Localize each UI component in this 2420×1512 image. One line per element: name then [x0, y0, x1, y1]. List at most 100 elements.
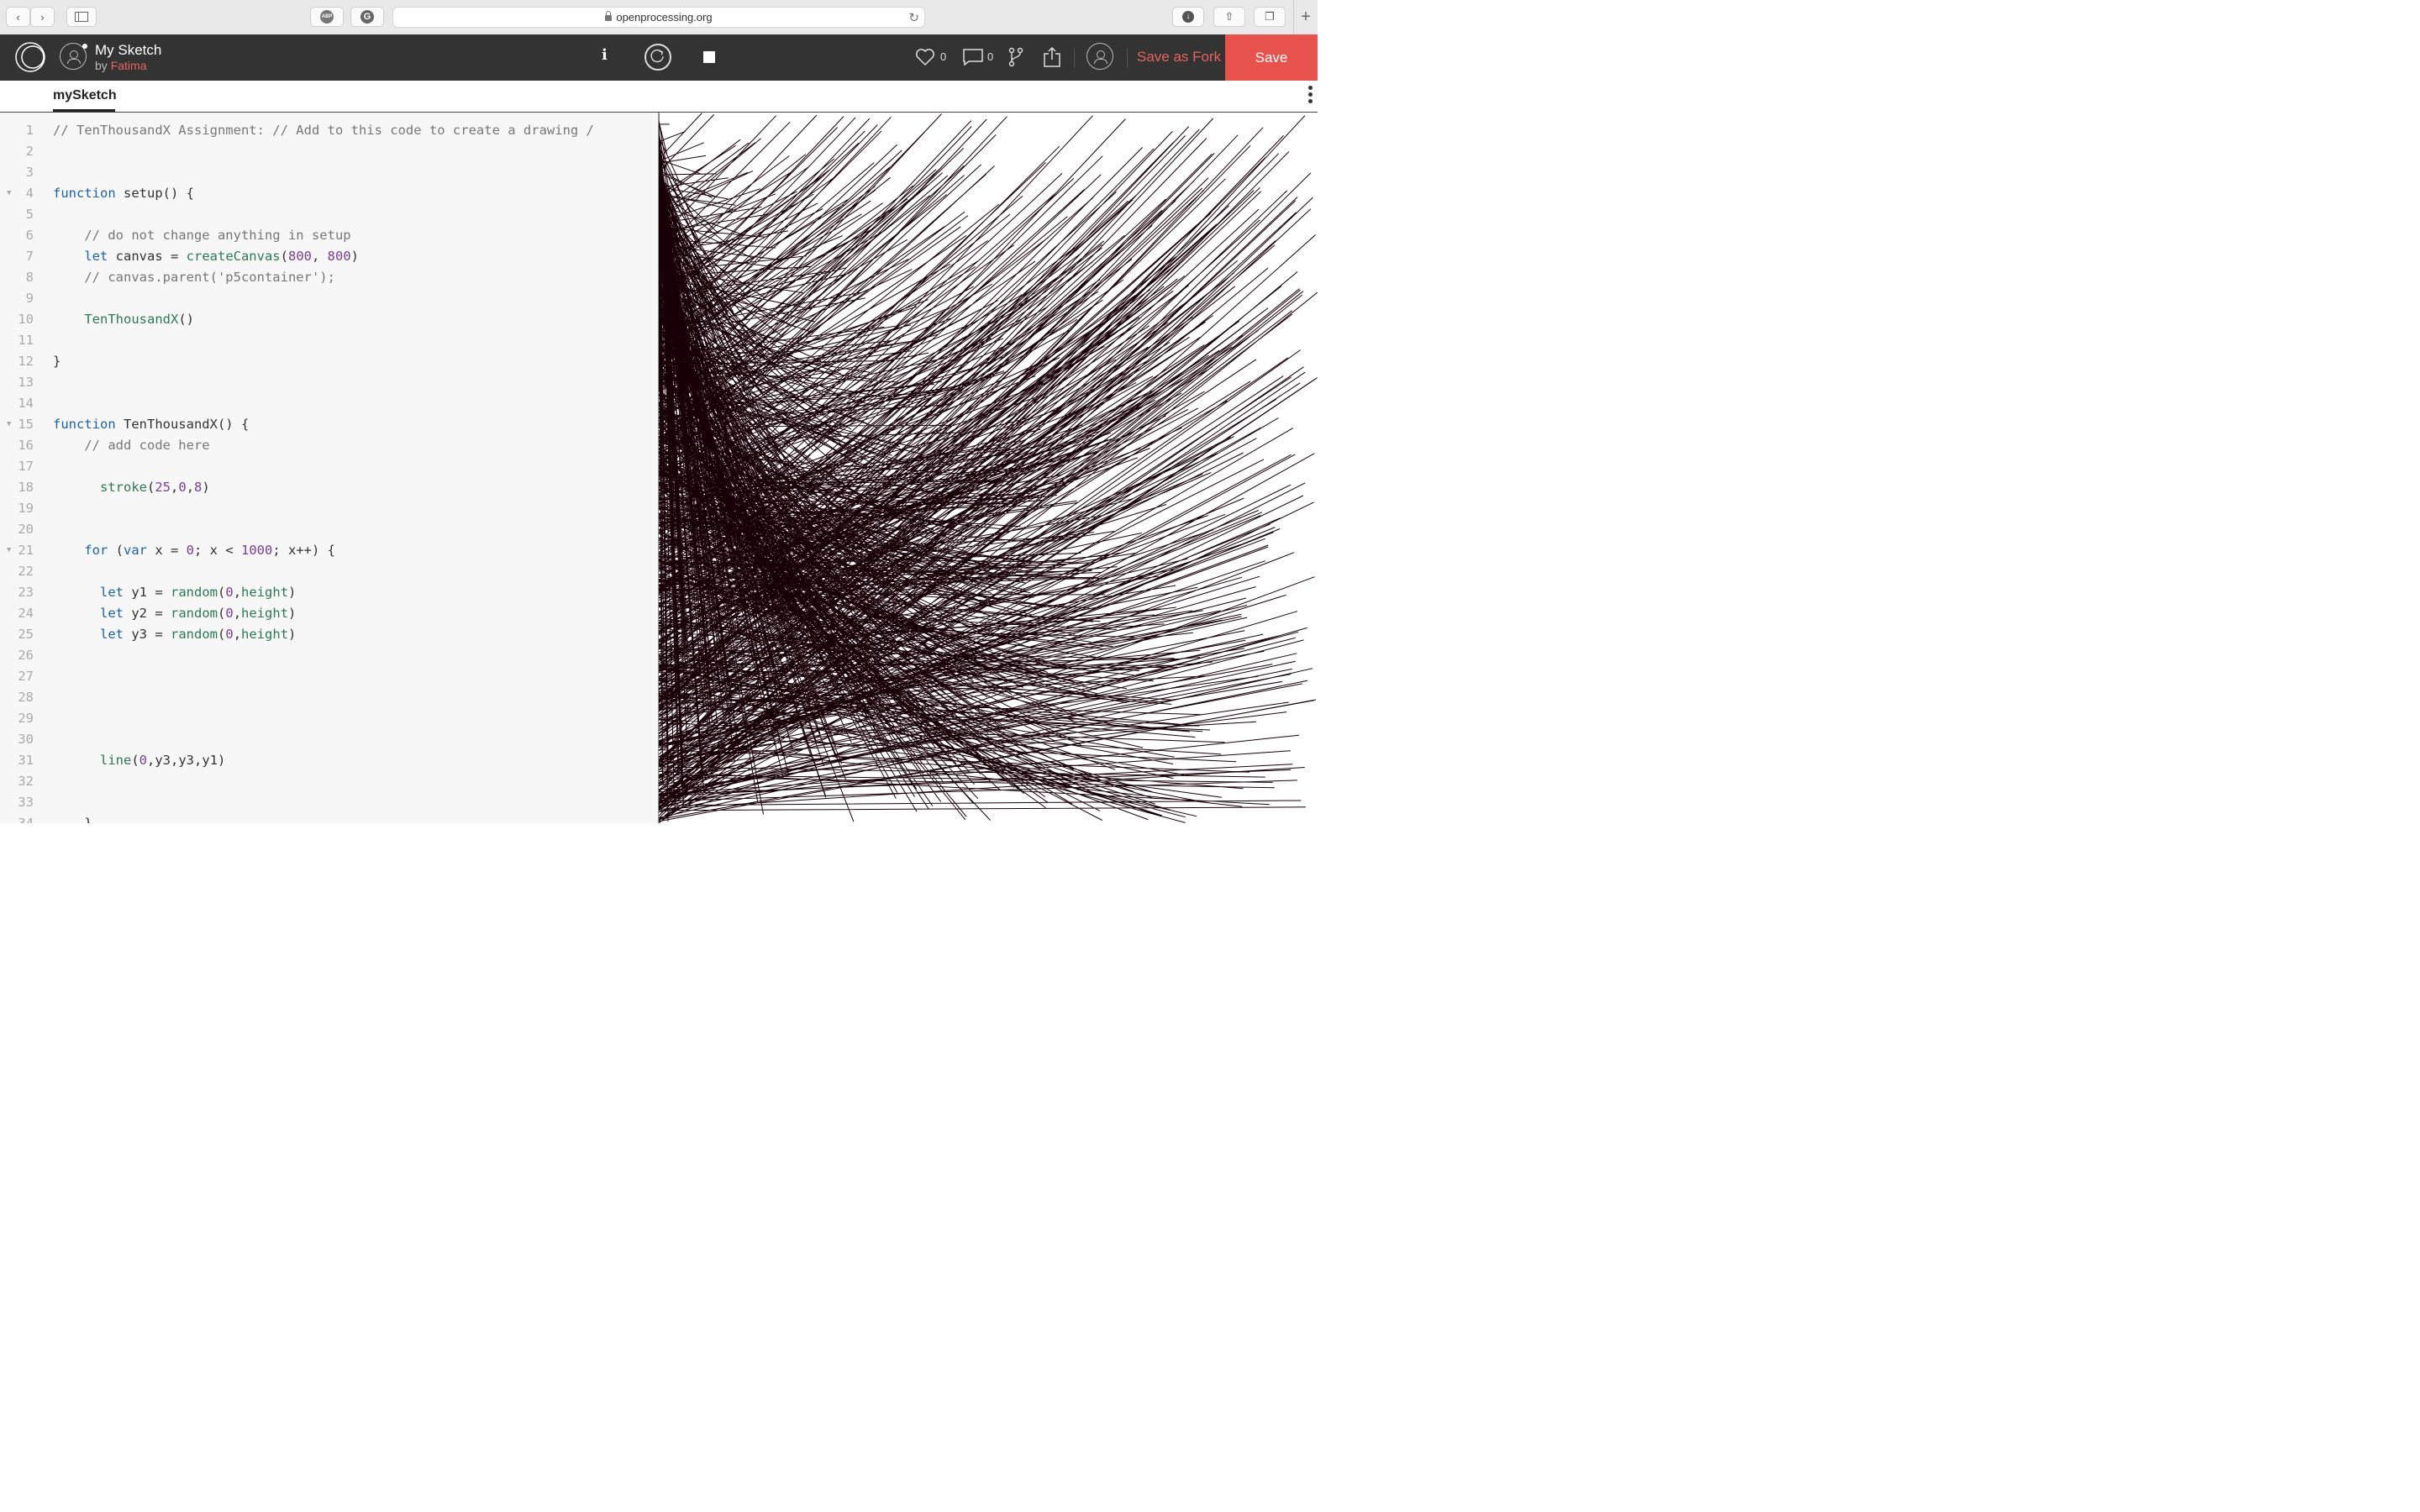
code-text: stroke(25,0,8)	[100, 480, 210, 495]
line-number: 26	[18, 648, 34, 663]
lock-icon	[605, 11, 613, 21]
sidebar-icon[interactable]	[66, 7, 97, 27]
code-line[interactable]: 32	[0, 771, 658, 792]
code-line[interactable]: 33	[0, 792, 658, 813]
openprocessing-logo[interactable]	[14, 41, 46, 73]
code-line[interactable]: 6 // do not change anything in setup	[0, 225, 658, 246]
code-text: // add code here	[84, 438, 210, 453]
fold-arrow-icon[interactable]: ▼	[7, 183, 11, 204]
code-text: function TenThousandX() {	[53, 417, 250, 432]
forward-icon[interactable]: ›	[30, 7, 55, 27]
code-line[interactable]: 28	[0, 687, 658, 708]
code-editor[interactable]: 1 // TenThousandX Assignment: // Add to t…	[0, 113, 659, 823]
code-line[interactable]: 26	[0, 645, 658, 666]
line-number: 2	[25, 144, 34, 159]
code-line[interactable]: 31 line(0,y3,y3,y1)	[0, 750, 658, 771]
code-line[interactable]: 27	[0, 666, 658, 687]
code-line[interactable]: 3	[0, 162, 658, 183]
author-link[interactable]: Fatima	[111, 59, 147, 72]
tab-mysketch[interactable]: mySketch	[53, 88, 117, 103]
line-number: 28	[18, 690, 34, 705]
adblock-icon[interactable]: ABP	[310, 7, 344, 27]
code-text: // canvas.parent('p5container');	[84, 270, 335, 285]
line-number: 24	[18, 606, 34, 621]
line-number: 16	[18, 438, 34, 453]
fold-arrow-icon[interactable]: ▼	[7, 414, 11, 435]
code-text: let canvas = createCanvas(800, 800)	[84, 249, 359, 264]
code-line[interactable]: 5	[0, 204, 658, 225]
sketch-byline: by Fatima	[95, 59, 146, 72]
line-number: 12	[18, 354, 34, 369]
share-icon[interactable]: ⇧	[1213, 7, 1245, 27]
save-as-fork-button[interactable]: Save as Fork	[1137, 49, 1221, 66]
code-line[interactable]: 15 ▼ function TenThousandX() {	[0, 414, 658, 435]
code-line[interactable]: 7 let canvas = createCanvas(800, 800)	[0, 246, 658, 267]
more-options-icon[interactable]	[1308, 86, 1313, 106]
line-number: 4	[25, 186, 34, 201]
code-text: TenThousandX()	[84, 312, 194, 327]
code-line[interactable]: 23 let y1 = random(0,height)	[0, 582, 658, 603]
downloads-icon[interactable]: ↓	[1172, 7, 1204, 27]
code-text: for (var x = 0; x < 1000; x++) {	[84, 543, 335, 558]
code-line[interactable]: 2	[0, 141, 658, 162]
code-text: // do not change anything in setup	[84, 228, 351, 243]
restart-icon[interactable]	[644, 44, 671, 71]
line-number: 19	[18, 501, 34, 516]
code-line[interactable]: 17	[0, 456, 658, 477]
line-number: 20	[18, 522, 34, 537]
avatar[interactable]	[60, 43, 87, 70]
grammarly-icon[interactable]: G	[350, 7, 384, 27]
code-line[interactable]: 25 let y3 = random(0,height)	[0, 624, 658, 645]
new-tab-icon[interactable]: +	[1293, 0, 1318, 34]
line-number: 3	[25, 165, 34, 180]
code-line[interactable]: 20	[0, 519, 658, 540]
code-line[interactable]: 14	[0, 393, 658, 414]
line-number: 32	[18, 774, 34, 789]
sketch-output	[659, 113, 1318, 823]
code-line[interactable]: 1 // TenThousandX Assignment: // Add to t…	[0, 120, 658, 141]
sketch-title[interactable]: My Sketch	[95, 42, 161, 59]
code-line[interactable]: 18 stroke(25,0,8)	[0, 477, 658, 498]
user-menu-icon[interactable]	[1086, 43, 1113, 70]
code-line[interactable]: 30	[0, 729, 658, 750]
url-text: openprocessing.org	[616, 11, 713, 24]
code-line[interactable]: 12}	[0, 351, 658, 372]
share-icon[interactable]	[1042, 46, 1062, 68]
code-line[interactable]: 24 let y2 = random(0,height)	[0, 603, 658, 624]
code-line[interactable]: 21 ▼ for (var x = 0; x < 1000; x++) {	[0, 540, 658, 561]
fold-arrow-icon[interactable]: ▼	[7, 540, 11, 561]
sketch-line-set	[659, 113, 1318, 823]
comments-count: 0	[987, 50, 994, 63]
line-number: 23	[18, 585, 34, 600]
code-line[interactable]: 16 // add code here	[0, 435, 658, 456]
code-line[interactable]: 34 }	[0, 813, 658, 823]
line-number: 8	[25, 270, 34, 285]
line-number: 14	[18, 396, 34, 411]
active-tab-indicator	[53, 109, 115, 112]
info-icon[interactable]: i	[602, 46, 608, 64]
code-line[interactable]: 29	[0, 708, 658, 729]
browser-toolbar: ‹ › ABP G openprocessing.org ↻ ↓ ⇧ ❐ +	[0, 0, 1318, 35]
fork-icon[interactable]	[1008, 47, 1023, 67]
reload-icon[interactable]: ↻	[908, 10, 919, 25]
stop-icon[interactable]	[703, 51, 715, 63]
comment-icon[interactable]	[962, 48, 984, 66]
code-line[interactable]: 9	[0, 288, 658, 309]
code-line[interactable]: 4 ▼ function setup() {	[0, 183, 658, 204]
code-line[interactable]: 13	[0, 372, 658, 393]
code-line[interactable]: 19	[0, 498, 658, 519]
line-number: 21	[18, 543, 34, 558]
code-line[interactable]: 10 TenThousandX()	[0, 309, 658, 330]
back-icon[interactable]: ‹	[6, 7, 30, 27]
app-header: My Sketch by Fatima i 0 0 Save as Fork S…	[0, 34, 1318, 81]
code-line[interactable]: 8 // canvas.parent('p5container');	[0, 267, 658, 288]
code-line[interactable]: 22	[0, 561, 658, 582]
tabs-overview-icon[interactable]: ❐	[1254, 7, 1286, 27]
line-number: 9	[25, 291, 34, 306]
by-label: by	[95, 59, 108, 72]
save-button[interactable]: Save	[1225, 34, 1318, 81]
code-line[interactable]: 11	[0, 330, 658, 351]
heart-icon[interactable]	[915, 48, 935, 66]
line-number: 1	[25, 123, 34, 138]
address-bar[interactable]: openprocessing.org ↻	[392, 7, 925, 28]
